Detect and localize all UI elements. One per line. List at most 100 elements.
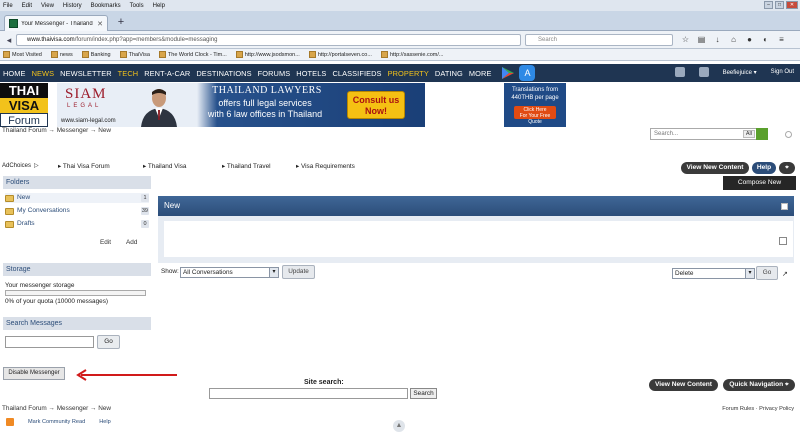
menu-tools[interactable]: Tools xyxy=(130,3,144,9)
bookmark-item[interactable]: http://sassenie.com/... xyxy=(380,51,443,58)
chevron-down-icon: ▾ xyxy=(745,269,754,278)
url-bar[interactable]: www.thaivisa.com/forum/index.php?app=mem… xyxy=(16,34,521,46)
menu-icon[interactable]: ≡ xyxy=(776,34,787,45)
shield-icon[interactable]: ◐ xyxy=(760,34,771,45)
mail-icon[interactable] xyxy=(674,67,685,77)
ad-consult-button[interactable]: Consult us Now! xyxy=(347,91,405,119)
folder-my-conversations[interactable]: My Conversations 39 xyxy=(5,206,149,216)
maximize-icon[interactable]: □ xyxy=(775,1,784,9)
forum-rules-links[interactable]: Forum Rules · Privacy Policy xyxy=(722,406,794,412)
storage-progress-bar xyxy=(5,290,146,296)
browser-search-input[interactable]: Search xyxy=(525,34,673,46)
show-filter-select[interactable]: All Conversations ▾ xyxy=(180,267,279,278)
nav-tech[interactable]: Tech xyxy=(115,69,142,78)
nav-property[interactable]: Property xyxy=(385,69,432,78)
adlink-thailand-travel[interactable]: ▸ Thailand Travel xyxy=(222,162,271,170)
breadcrumb[interactable]: Thailand Forum → Messenger → New xyxy=(2,127,111,134)
footer-help-link[interactable]: Help xyxy=(99,419,111,425)
nav-destinations[interactable]: Destinations xyxy=(193,69,254,78)
bookmark-item[interactable]: news xyxy=(50,51,73,58)
new-tab-icon[interactable]: + xyxy=(114,16,128,29)
breadcrumb-bottom[interactable]: Thailand Forum → Messenger → New xyxy=(2,405,111,412)
clipboard-icon[interactable]: ▤ xyxy=(696,34,707,45)
folder-icon xyxy=(5,207,14,215)
help-button[interactable]: Help xyxy=(752,162,776,174)
translation-ad-button[interactable]: Click Here For Your Free Quote xyxy=(514,106,556,125)
back-icon[interactable]: ◂ xyxy=(3,34,15,46)
search-scope[interactable]: All xyxy=(742,130,755,138)
nav-forums[interactable]: Forums xyxy=(255,69,294,78)
add-folder-link[interactable]: Add xyxy=(126,239,137,246)
nav-news[interactable]: News xyxy=(29,69,58,78)
nav-newsletter[interactable]: Newsletter xyxy=(57,69,115,78)
browser-tab[interactable]: Your Messenger - Thailand Fo... ✕ xyxy=(4,15,108,31)
compose-new-button[interactable]: Compose New xyxy=(723,176,796,190)
disable-messenger-button[interactable]: Disable Messenger xyxy=(3,367,65,380)
folder-icon xyxy=(5,194,14,202)
nav-hotels[interactable]: Hotels xyxy=(293,69,329,78)
bookmark-item[interactable]: The World Clock - Tim... xyxy=(158,51,227,58)
menu-history[interactable]: History xyxy=(63,3,82,9)
mark-community-read-link[interactable]: Mark Community Read xyxy=(28,419,85,425)
bookmark-item[interactable]: Banking xyxy=(81,51,111,58)
lawyer-ad-banner[interactable]: SIAM LEGAL www.siam-legal.com THAILAND L… xyxy=(57,83,425,127)
translation-ad-text: Translations from 440THB per page xyxy=(511,87,559,101)
view-new-content-bottom-button[interactable]: View New Content xyxy=(649,379,718,391)
adchoices[interactable]: AdChoices ▷ xyxy=(2,162,39,170)
minimize-icon[interactable]: – xyxy=(764,1,773,9)
edit-folders-link[interactable]: Edit xyxy=(100,239,111,246)
menu-file[interactable]: File xyxy=(3,3,13,9)
thaivisa-logo[interactable]: THAI VISA Forum xyxy=(0,83,48,127)
quick-navigation-button[interactable]: Quick Navigation ⌖ xyxy=(723,379,795,391)
bookmark-item[interactable]: http://www.jsodsmon... xyxy=(235,51,300,58)
app-store-icon[interactable]: A xyxy=(519,65,536,81)
close-icon[interactable]: ✕ xyxy=(786,1,798,9)
storage-label: Your messenger storage xyxy=(5,282,75,289)
search-options-icon[interactable] xyxy=(785,131,792,138)
nav-home[interactable]: Home xyxy=(0,69,29,78)
nav-rent-a-car[interactable]: Rent-A-Car xyxy=(141,69,193,78)
bookmark-item[interactable]: ThaiVisa xyxy=(119,51,150,58)
adlink-thai-visa-forum[interactable]: ▸ Thai Visa Forum xyxy=(58,162,110,170)
search-messages-go-button[interactable]: Go xyxy=(97,335,120,349)
search-go-icon[interactable] xyxy=(756,128,768,140)
nav-classifieds[interactable]: Classifieds xyxy=(329,69,384,78)
nav-more[interactable]: More xyxy=(466,69,495,78)
location-icon[interactable]: ⌖ xyxy=(779,162,795,174)
bottom-search-button[interactable]: Search xyxy=(410,388,437,399)
menu-bookmarks[interactable]: Bookmarks xyxy=(91,3,121,9)
site-search-input[interactable]: Search... All xyxy=(650,128,768,140)
update-button[interactable]: Update xyxy=(282,265,315,279)
conversation-checkbox[interactable] xyxy=(779,237,787,245)
translation-ad[interactable]: Translations from 440THB per page Click … xyxy=(504,83,566,127)
search-messages-input[interactable] xyxy=(5,336,94,348)
rss-icon[interactable] xyxy=(6,418,14,426)
bulk-action-go-button[interactable]: Go xyxy=(756,266,778,280)
tab-close-icon[interactable]: ✕ xyxy=(97,20,103,28)
play-store-icon[interactable] xyxy=(500,66,516,80)
view-new-content-button[interactable]: View New Content xyxy=(681,162,749,174)
select-all-checkbox[interactable] xyxy=(781,203,788,210)
chat-icon[interactable]: ● xyxy=(744,34,755,45)
bulk-action-select[interactable]: Delete ▾ xyxy=(672,268,755,279)
user-menu[interactable]: Beefiejuice ▾ xyxy=(723,69,757,76)
contacts-icon[interactable] xyxy=(698,67,709,77)
download-icon[interactable]: ↓ xyxy=(712,34,723,45)
folder-count: 0 xyxy=(141,220,149,228)
adlink-thailand-visa[interactable]: ▸ Thailand Visa xyxy=(143,162,186,170)
bookmark-item[interactable]: http://portalseven.co... xyxy=(308,51,372,58)
nav-dating[interactable]: Dating xyxy=(432,69,466,78)
folder-drafts[interactable]: Drafts 0 xyxy=(5,219,149,229)
bookmark-star-icon[interactable]: ☆ xyxy=(680,34,691,45)
menu-help[interactable]: Help xyxy=(153,3,165,9)
conversation-row[interactable] xyxy=(164,221,793,257)
home-icon[interactable]: ⌂ xyxy=(728,34,739,45)
bookmark-item[interactable]: Most Visited xyxy=(3,51,42,58)
scroll-to-top-icon[interactable]: ▲ xyxy=(393,420,405,432)
menu-view[interactable]: View xyxy=(41,3,54,9)
folder-new[interactable]: New 1 xyxy=(5,193,149,203)
bottom-site-search-input[interactable] xyxy=(209,388,408,399)
menu-edit[interactable]: Edit xyxy=(22,3,32,9)
adlink-visa-requirements[interactable]: ▸ Visa Requirements xyxy=(296,162,355,170)
sign-out-link[interactable]: Sign Out xyxy=(771,69,794,75)
